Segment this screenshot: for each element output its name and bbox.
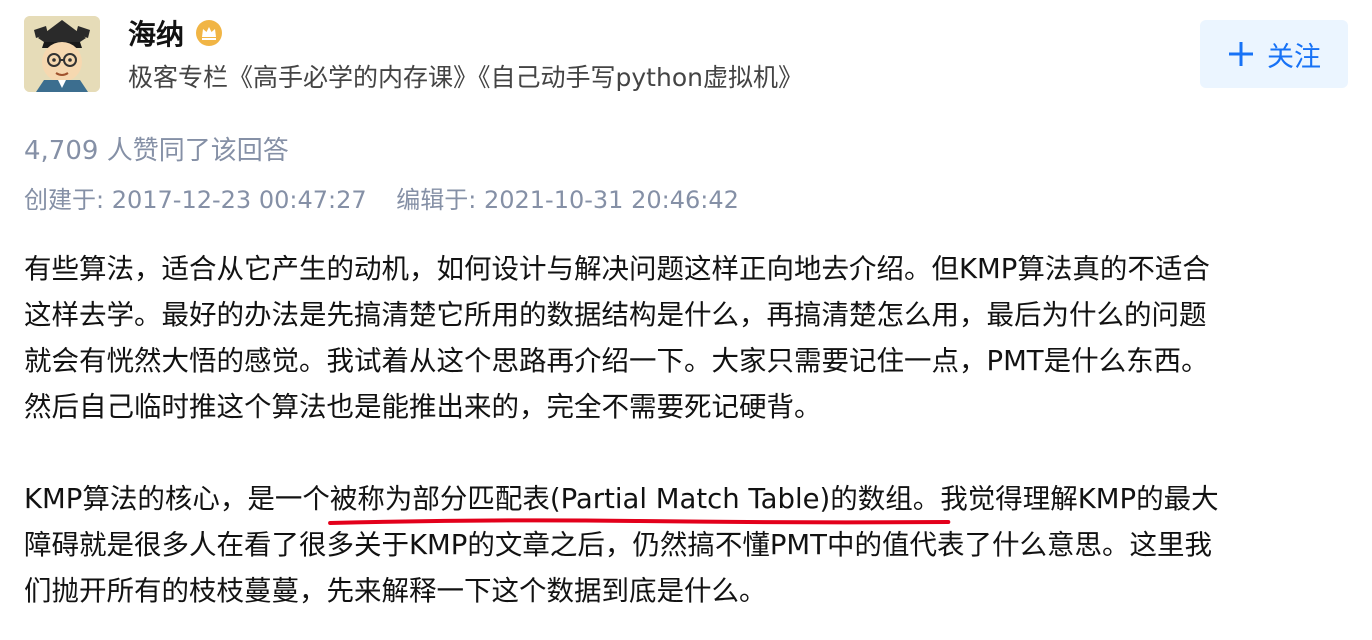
crown-badge-icon[interactable] [194, 18, 224, 48]
follow-button[interactable]: 关注 [1200, 20, 1348, 88]
highlighted-phrase: 被称为部分匹配表(Partial Match Table)的数组。 [327, 476, 951, 525]
author-name[interactable]: 海纳 [128, 13, 184, 53]
paragraph-1: 有些算法，适合从它产生的动机，如何设计与解决问题这样正向地去介绍。但KMP算法真… [24, 246, 1324, 430]
author-bio: 极客专栏《高手必学的内存课》《自己动手写python虚拟机》 [128, 63, 803, 92]
plus-icon [1229, 42, 1253, 66]
paragraph-1-line-2: 这样去学。最好的办法是先搞清楚它所用的数据结构是什么，再搞清楚怎么用，最后为什么… [24, 299, 1207, 331]
paragraph-1-line-4: 然后自己临时推这个算法也是能推出来的，完全不需要死记硬背。 [24, 391, 822, 423]
answer-content: 有些算法，适合从它产生的动机，如何设计与解决问题这样正向地去介绍。但KMP算法真… [24, 246, 1324, 614]
paragraph-2-prefix: KMP算法的核心，是一个 [24, 483, 330, 515]
vote-count[interactable]: 4,709 人赞同了该回答 [24, 130, 289, 167]
answer-timestamps: 创建于: 2017-12-23 00:47:27 编辑于: 2021-10-31… [24, 180, 739, 215]
paragraph-1-line-1: 有些算法，适合从它产生的动机，如何设计与解决问题这样正向地去介绍。但KMP算法真… [24, 253, 1210, 285]
avatar-illustration-icon [24, 16, 100, 92]
follow-button-label: 关注 [1267, 41, 1321, 73]
red-underline-annotation [327, 518, 951, 525]
created-time: 创建于: 2017-12-23 00:47:27 [24, 186, 367, 214]
edited-time: 编辑于: 2021-10-31 20:46:42 [396, 186, 739, 214]
author-avatar[interactable] [24, 16, 100, 92]
paragraph-2-line-2: 障碍就是很多人在看了很多关于KMP的文章之后，仍然搞不懂PMT中的值代表了什么意… [24, 529, 1212, 561]
paragraph-2-line-3: 们抛开所有的枝枝蔓蔓，先来解释一下这个数据到底是什么。 [24, 575, 767, 607]
highlighted-phrase-text: 被称为部分匹配表(Partial Match Table)的数组。 [329, 483, 941, 515]
author-name-row: 海纳 [128, 13, 224, 53]
paragraph-1-line-3: 就会有恍然大悟的感觉。我试着从这个思路再介绍一下。大家只需要记住一点，PMT是什… [24, 345, 1209, 377]
answer-header: 海纳 极客专栏《高手必学的内存课》《自己动手写python虚拟机》 关注 [24, 16, 1348, 96]
paragraph-2: KMP算法的核心，是一个被称为部分匹配表(Partial Match Table… [24, 476, 1324, 614]
paragraph-2-rest: 我觉得理解KMP的最大 [940, 483, 1219, 515]
